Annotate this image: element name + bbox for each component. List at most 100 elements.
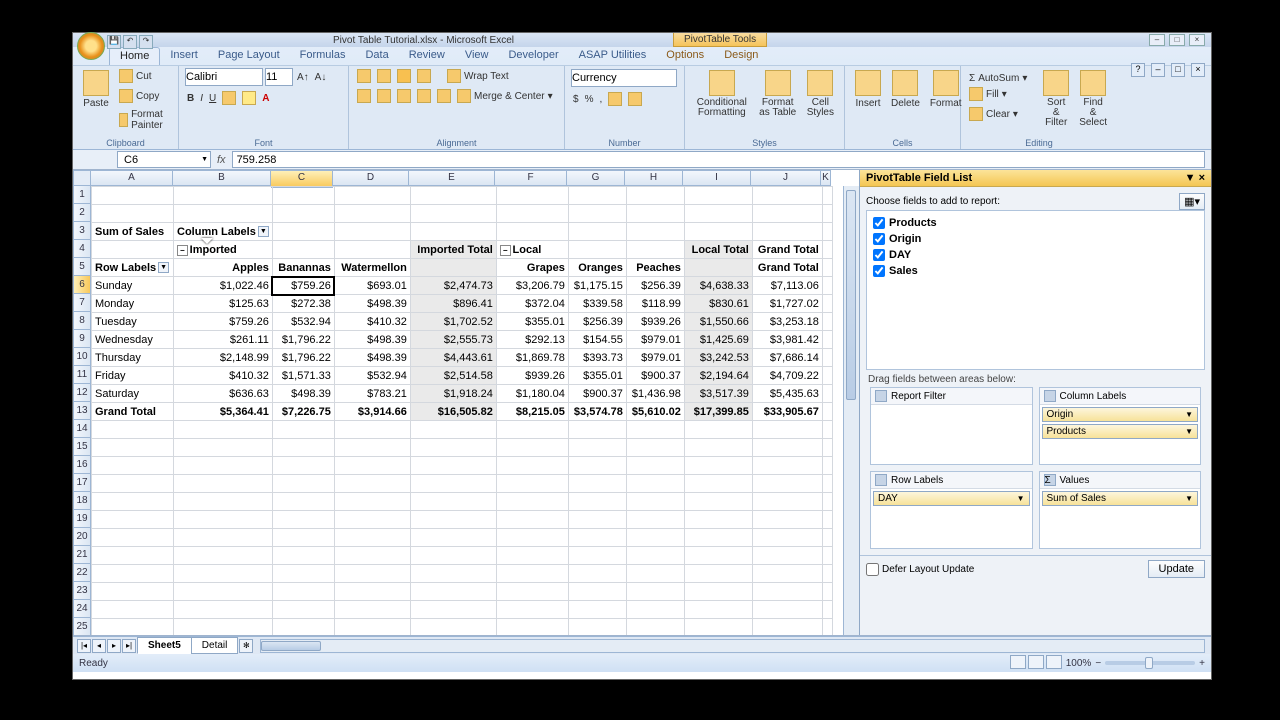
clear-button[interactable]: Clear ▾ xyxy=(967,106,1020,122)
minimize-icon[interactable]: – xyxy=(1149,34,1165,46)
tab-developer[interactable]: Developer xyxy=(498,47,568,65)
conditional-formatting-button[interactable]: Conditional Formatting xyxy=(691,68,753,120)
row-header-14[interactable]: 14 xyxy=(73,420,91,438)
tab-data[interactable]: Data xyxy=(355,47,398,65)
column-item-products[interactable]: Products▼ xyxy=(1042,424,1199,439)
page-layout-view-icon[interactable] xyxy=(1028,655,1044,669)
sheet-tab-sheet5[interactable]: Sheet5 xyxy=(137,637,192,654)
first-sheet-icon[interactable]: |◂ xyxy=(77,639,91,653)
align-center-icon[interactable] xyxy=(375,88,393,104)
minimize-ribbon-icon[interactable]: – xyxy=(1151,63,1165,77)
row-header-16[interactable]: 16 xyxy=(73,456,91,474)
tab-design[interactable]: Design xyxy=(714,47,768,65)
border-button[interactable] xyxy=(220,90,238,106)
row-header-20[interactable]: 20 xyxy=(73,528,91,546)
row-header-23[interactable]: 23 xyxy=(73,582,91,600)
decrease-indent-icon[interactable] xyxy=(415,88,433,104)
zoom-out-icon[interactable]: − xyxy=(1095,658,1101,669)
field-sales[interactable]: Sales xyxy=(873,263,1198,279)
column-header-B[interactable]: B xyxy=(173,170,271,186)
field-list-close-icon[interactable]: ▼ × xyxy=(1185,172,1205,184)
column-header-G[interactable]: G xyxy=(567,170,625,186)
tab-view[interactable]: View xyxy=(455,47,499,65)
report-filter-area[interactable]: Report Filter xyxy=(870,387,1033,465)
row-header-10[interactable]: 10 xyxy=(73,348,91,366)
cut-button[interactable]: Cut xyxy=(117,68,154,84)
tab-options[interactable]: Options xyxy=(656,47,714,65)
row-header-4[interactable]: 4 xyxy=(73,240,91,258)
row-header-25[interactable]: 25 xyxy=(73,618,91,635)
row-labels-area[interactable]: Row Labels DAY▼ xyxy=(870,471,1033,549)
format-painter-button[interactable]: Format Painter xyxy=(117,108,172,132)
decrease-font-icon[interactable]: A↓ xyxy=(313,71,329,84)
comma-icon[interactable]: , xyxy=(597,93,604,106)
row-header-15[interactable]: 15 xyxy=(73,438,91,456)
column-item-origin[interactable]: Origin▼ xyxy=(1042,407,1199,422)
last-sheet-icon[interactable]: ▸| xyxy=(122,639,136,653)
new-sheet-icon[interactable]: ✻ xyxy=(239,639,253,653)
zoom-level[interactable]: 100% xyxy=(1066,658,1092,669)
increase-indent-icon[interactable] xyxy=(435,88,453,104)
row-header-6[interactable]: 6 xyxy=(73,276,91,294)
qat-redo-icon[interactable]: ↷ xyxy=(139,35,153,49)
number-format-select[interactable] xyxy=(571,69,677,87)
underline-button[interactable]: U xyxy=(207,92,218,105)
office-button[interactable] xyxy=(77,32,105,60)
column-header-D[interactable]: D xyxy=(333,170,409,186)
field-day[interactable]: DAY xyxy=(873,247,1198,263)
align-right-icon[interactable] xyxy=(395,88,413,104)
row-header-3[interactable]: 3 xyxy=(73,222,91,240)
percent-icon[interactable]: % xyxy=(583,93,596,106)
align-middle-icon[interactable] xyxy=(375,68,393,84)
insert-cells-button[interactable]: Insert xyxy=(851,68,885,111)
cell-styles-button[interactable]: Cell Styles xyxy=(803,68,838,120)
layout-options-button[interactable]: ▦▾ xyxy=(1179,193,1205,210)
fill-color-button[interactable] xyxy=(240,90,258,106)
orientation-icon[interactable] xyxy=(415,68,433,84)
row-header-7[interactable]: 7 xyxy=(73,294,91,312)
fill-button[interactable]: Fill ▾ xyxy=(967,86,1009,102)
qat-undo-icon[interactable]: ↶ xyxy=(123,35,137,49)
fx-icon[interactable]: fx xyxy=(217,154,226,166)
align-top-icon[interactable] xyxy=(355,68,373,84)
row-header-1[interactable]: 1 xyxy=(73,186,91,204)
increase-font-icon[interactable]: A↑ xyxy=(295,71,311,84)
prev-sheet-icon[interactable]: ◂ xyxy=(92,639,106,653)
qat-save-icon[interactable]: 💾 xyxy=(107,35,121,49)
row-header-19[interactable]: 19 xyxy=(73,510,91,528)
column-header-K[interactable]: K xyxy=(821,170,831,186)
tab-review[interactable]: Review xyxy=(399,47,455,65)
values-area[interactable]: ΣValues Sum of Sales▼ xyxy=(1039,471,1202,549)
row-header-8[interactable]: 8 xyxy=(73,312,91,330)
row-header-9[interactable]: 9 xyxy=(73,330,91,348)
defer-update-checkbox[interactable]: Defer Layout Update xyxy=(866,563,974,576)
sheet-tab-detail[interactable]: Detail xyxy=(191,637,239,654)
restore-window-icon[interactable]: □ xyxy=(1171,63,1185,77)
align-left-icon[interactable] xyxy=(355,88,373,104)
field-list-box[interactable]: ProductsOriginDAYSales xyxy=(866,210,1205,370)
select-all-button[interactable] xyxy=(73,170,91,186)
column-header-A[interactable]: A xyxy=(91,170,173,186)
field-products[interactable]: Products xyxy=(873,215,1198,231)
help-icon[interactable]: ? xyxy=(1131,63,1145,77)
update-button[interactable]: Update xyxy=(1148,560,1205,578)
zoom-in-icon[interactable]: + xyxy=(1199,658,1205,669)
column-header-I[interactable]: I xyxy=(683,170,751,186)
page-break-view-icon[interactable] xyxy=(1046,655,1062,669)
column-header-E[interactable]: E xyxy=(409,170,495,186)
close-workbook-icon[interactable]: × xyxy=(1191,63,1205,77)
zoom-slider[interactable] xyxy=(1105,661,1195,665)
tab-formulas[interactable]: Formulas xyxy=(290,47,356,65)
bold-button[interactable]: B xyxy=(185,92,196,105)
row-header-21[interactable]: 21 xyxy=(73,546,91,564)
format-cells-button[interactable]: Format xyxy=(926,68,966,111)
wrap-text-button[interactable]: Wrap Text xyxy=(445,68,511,84)
sort-filter-button[interactable]: Sort & Filter xyxy=(1039,68,1073,130)
tab-insert[interactable]: Insert xyxy=(160,47,208,65)
copy-button[interactable]: Copy xyxy=(117,88,161,104)
value-item-sum-of-sales[interactable]: Sum of Sales▼ xyxy=(1042,491,1199,506)
decrease-decimal-icon[interactable] xyxy=(626,91,644,107)
vertical-scrollbar[interactable] xyxy=(843,186,859,635)
find-select-button[interactable]: Find & Select xyxy=(1075,68,1111,130)
font-name-select[interactable] xyxy=(185,68,263,86)
